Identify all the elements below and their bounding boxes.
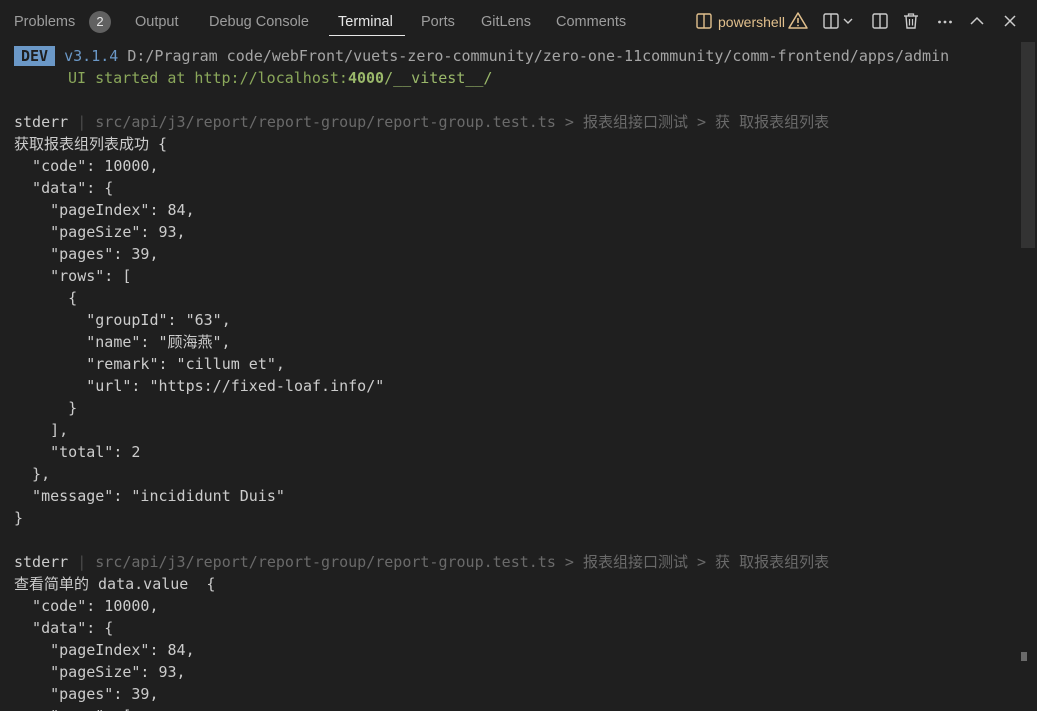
- project-path: D:/Pragram code/webFront/vuets-zero-comm…: [127, 47, 950, 65]
- dev-mode-badge: DEV: [14, 46, 56, 66]
- active-tab-indicator: [329, 35, 405, 36]
- maximize-icon[interactable]: [966, 10, 988, 32]
- tab-output[interactable]: Output: [135, 11, 179, 33]
- log-output-line: }: [14, 509, 24, 527]
- tab-debug-console[interactable]: Debug Console: [209, 11, 309, 33]
- problems-count-badge: 2: [89, 11, 111, 33]
- chevron-down-icon[interactable]: [841, 10, 855, 32]
- log-output-line: "pageIndex": 84,: [14, 641, 195, 659]
- log-output-line: "data": {: [14, 619, 114, 637]
- log-output-line: "remark": "cillum et",: [14, 355, 285, 373]
- tab-terminal[interactable]: Terminal: [338, 11, 393, 33]
- tab-problems[interactable]: Problems: [14, 11, 75, 33]
- log-output-line: "pages": 39,: [14, 245, 159, 263]
- log-output-line: "rows": [: [14, 705, 131, 711]
- log-output-line: "pageSize": 93,: [14, 663, 186, 681]
- trash-icon[interactable]: [900, 10, 922, 32]
- log-output-line: },: [14, 465, 51, 483]
- log-output-line: 获取报表组列表成功 {: [14, 135, 168, 153]
- terminal-scrollbar-thumb[interactable]: [1021, 42, 1035, 248]
- log-output-line: "groupId": "63",: [14, 311, 231, 329]
- stderr-source-line: stderr | src/api/j3/report/report-group/…: [14, 113, 830, 131]
- log-output-line: "pageSize": 93,: [14, 223, 186, 241]
- log-output-line: "total": 2: [14, 443, 141, 461]
- test-source-path[interactable]: src/api/j3/report/report-group/report-gr…: [95, 113, 829, 131]
- split-terminal-icon[interactable]: [820, 10, 842, 32]
- log-output-line: 查看简单的 data.value {: [14, 575, 216, 593]
- terminal-icon[interactable]: [693, 10, 715, 32]
- stderr-label: stderr: [14, 113, 69, 131]
- layout-panel-icon[interactable]: [869, 10, 891, 32]
- tab-comments[interactable]: Comments: [556, 11, 626, 33]
- ui-port: 4000: [347, 69, 385, 87]
- log-output-line: }: [14, 399, 78, 417]
- close-icon[interactable]: [999, 10, 1021, 32]
- tab-ports[interactable]: Ports: [421, 11, 455, 33]
- warning-icon[interactable]: [787, 10, 809, 32]
- scrollbar-position-marker: [1021, 652, 1027, 661]
- log-output-line: ],: [14, 421, 69, 439]
- terminal-name-label[interactable]: powershell: [718, 11, 785, 33]
- log-output-line: "pages": 39,: [14, 685, 159, 703]
- log-output-line: "code": 10000,: [14, 597, 159, 615]
- test-source-path[interactable]: src/api/j3/report/report-group/report-gr…: [95, 553, 829, 571]
- vitest-header-line: DEV v3.1.4 D:/Pragram code/webFront/vuet…: [14, 45, 949, 67]
- log-output-line: "rows": [: [14, 267, 132, 285]
- more-icon[interactable]: [934, 10, 956, 32]
- log-output-line: "data": {: [14, 179, 114, 197]
- log-output-line: "pageIndex": 84,: [14, 201, 195, 219]
- log-output-line: "name": "顾海燕",: [14, 333, 231, 351]
- ui-started-line: UI started at http://localhost:4000/__vi…: [68, 67, 492, 89]
- ui-url-suffix[interactable]: /__vitest__/: [384, 69, 492, 87]
- tab-gitlens[interactable]: GitLens: [481, 11, 531, 33]
- vitest-version: v3.1.4: [64, 47, 119, 65]
- log-output-line: "url": "https://fixed-loaf.info/": [14, 377, 385, 395]
- ui-started-text: UI started at http://localhost:: [68, 69, 348, 87]
- panel-tab-bar: Problems 2 Output Debug Console Terminal…: [0, 0, 1037, 42]
- stderr-label: stderr: [14, 553, 69, 571]
- log-output-line: {: [14, 289, 78, 307]
- stderr-source-line: stderr | src/api/j3/report/report-group/…: [14, 553, 830, 571]
- log-output-line: "code": 10000,: [14, 157, 159, 175]
- log-output-line: "message": "incididunt Duis": [14, 487, 285, 505]
- terminal-output[interactable]: DEV v3.1.4 D:/Pragram code/webFront/vuet…: [0, 42, 1020, 711]
